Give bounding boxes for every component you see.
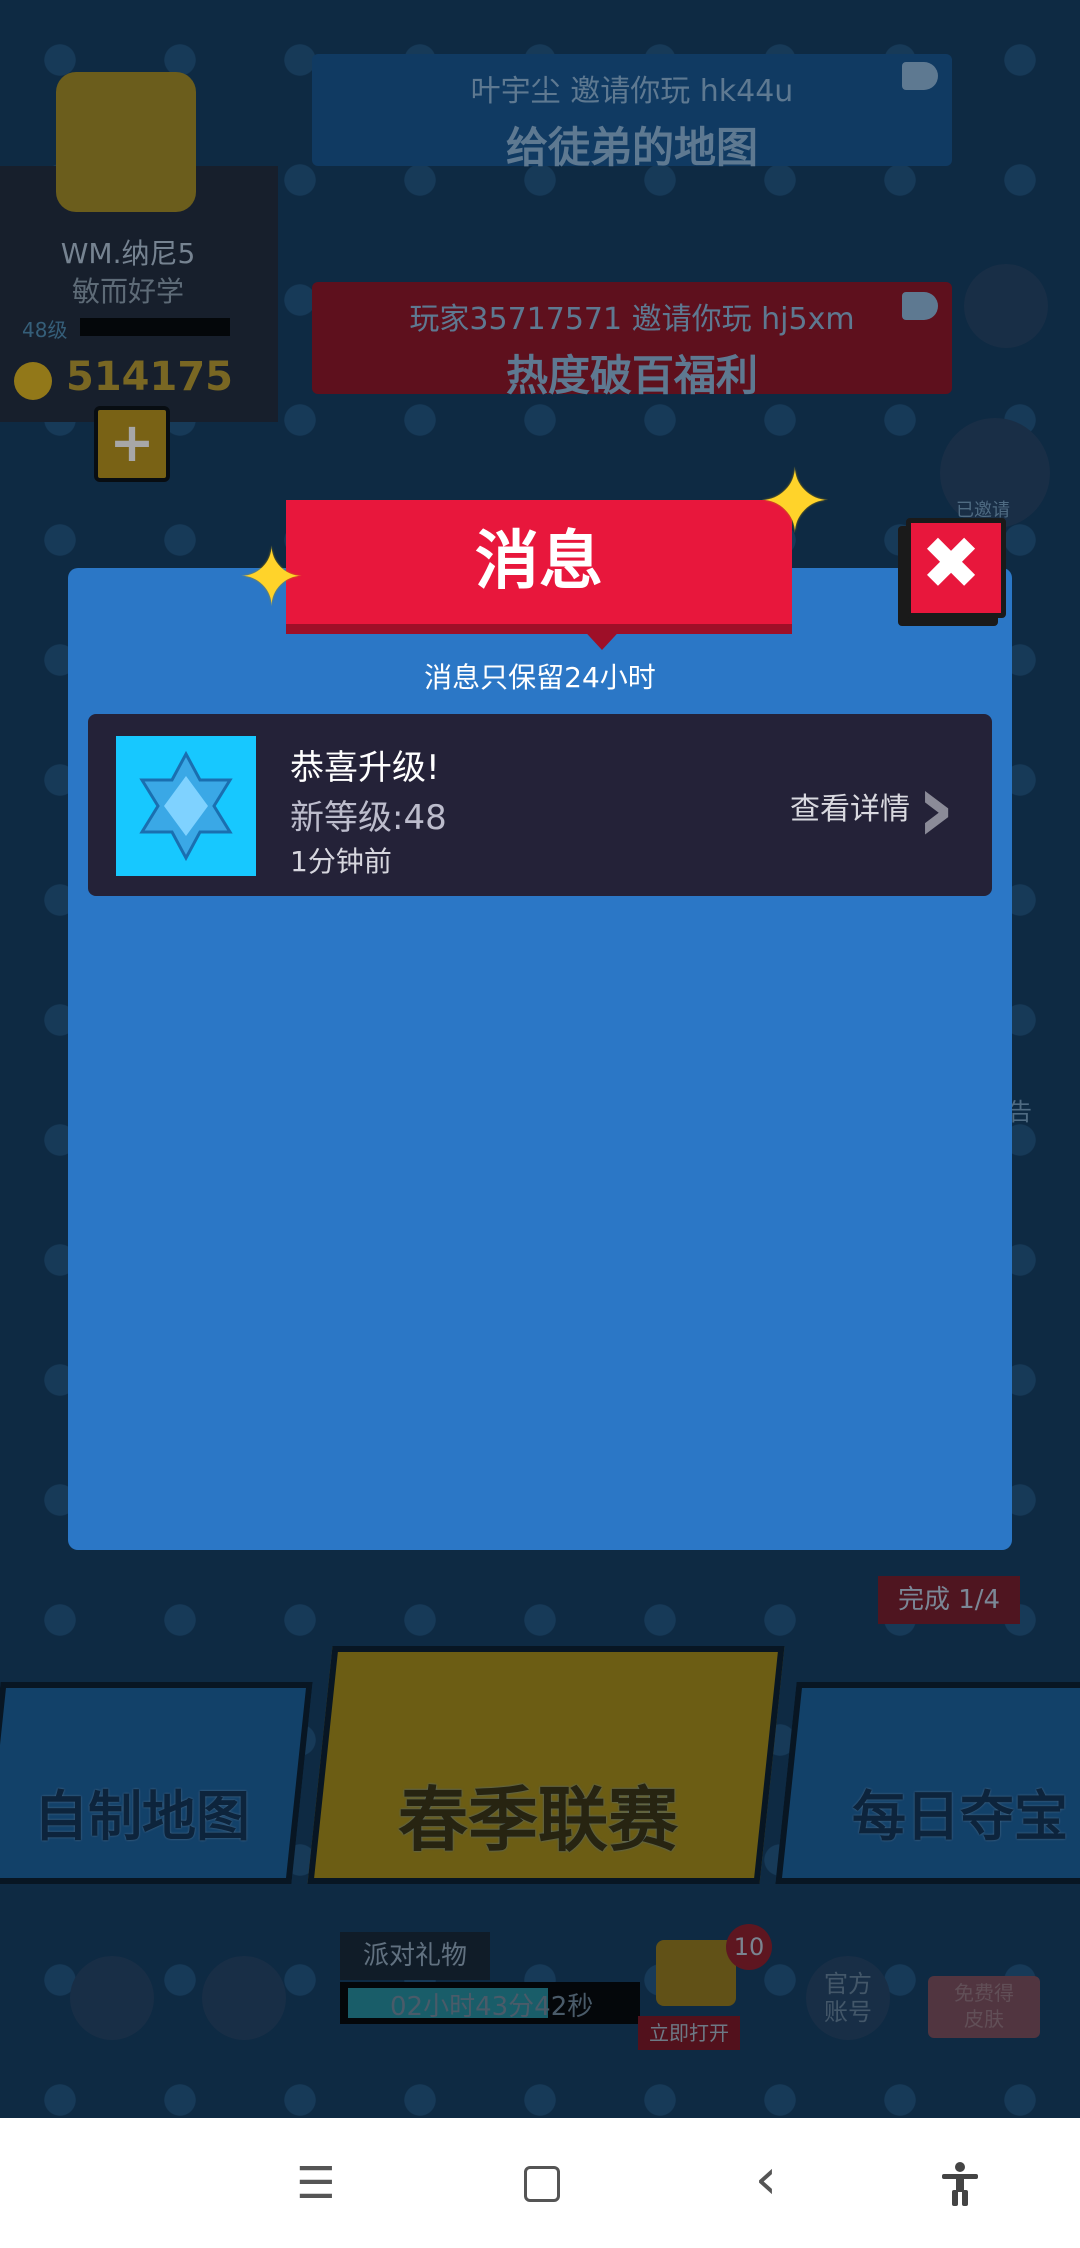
chevron-right-icon[interactable]: › (916, 760, 956, 856)
message-time: 1分钟前 (290, 845, 392, 878)
blue-gem-icon (116, 736, 256, 876)
menu-icon[interactable]: ☰ (286, 2162, 346, 2206)
ribbon-tail (578, 624, 626, 650)
back-icon[interactable]: ‹ (736, 2152, 796, 2208)
dialog-subtitle: 消息只保留24小时 (424, 661, 656, 694)
dialog-title: 消息 (475, 525, 603, 599)
close-icon: ✖ (920, 521, 982, 605)
sparkle-star-icon: ✦ (238, 531, 306, 624)
system-navigation-bar: ☰ ‹ (0, 2118, 1080, 2248)
message-title: 恭喜升级! (290, 748, 440, 788)
sparkle-star-icon: ✦ (758, 450, 832, 553)
accessibility-icon[interactable] (936, 2160, 984, 2212)
home-icon[interactable] (524, 2166, 560, 2202)
message-detail: 新等级:48 (290, 798, 447, 838)
view-details-link[interactable]: 查看详情 (790, 784, 910, 828)
